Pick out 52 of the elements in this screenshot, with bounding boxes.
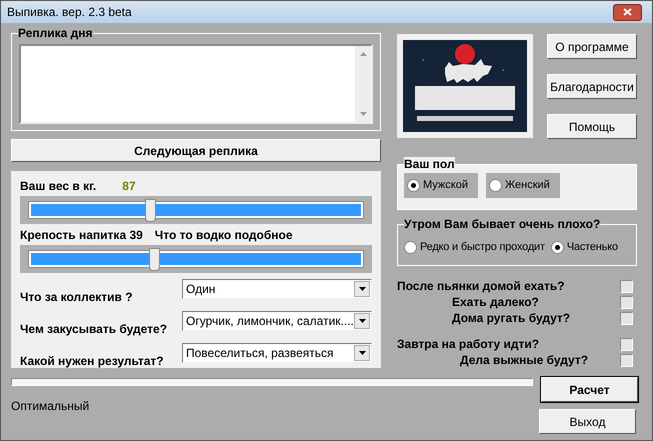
scroll-down-icon[interactable] xyxy=(360,112,366,116)
radio-label: Мужской xyxy=(423,178,468,194)
strength-label: Крепость напитка 39 xyxy=(20,226,143,244)
checkbox-label: Дома ругать будут? xyxy=(451,310,570,327)
window-title: Выпивка. вер. 2.3 beta xyxy=(7,4,132,21)
field-label: Что за коллектив ? xyxy=(20,290,133,304)
menu-button[interactable]: Благодарности xyxy=(547,74,637,99)
menu-button[interactable]: О программе xyxy=(547,34,637,59)
checkbox-label: Дела выжные будут? xyxy=(459,352,588,369)
checkbox-label: Завтра на работу идти? xyxy=(397,336,540,353)
slider-thumb[interactable] xyxy=(145,199,156,222)
calculate-button[interactable]: Расчет xyxy=(541,377,638,402)
checkbox-label: Ехать далеко? xyxy=(451,294,539,311)
field-label: Чем закусывать будете? xyxy=(20,322,168,336)
checkbox[interactable] xyxy=(620,312,633,324)
text-area[interactable] xyxy=(19,44,373,124)
close-button[interactable] xyxy=(613,4,642,20)
dropdown[interactable]: Огурчик, лимончик, салатик..... xyxy=(182,311,372,331)
checkbox[interactable] xyxy=(620,354,633,366)
radio-button[interactable] xyxy=(489,179,502,192)
radio-label: Редко и быстро проходит xyxy=(420,240,545,255)
result-text: Оптимальный xyxy=(11,398,90,415)
group-title: Утром Вам бывает очень плохо? xyxy=(404,217,600,231)
group-title: Реплика дня xyxy=(18,26,93,40)
strength-description: Что то водко подобное xyxy=(154,226,293,244)
scrollbar[interactable] xyxy=(355,46,371,122)
group-title: Ваш пол xyxy=(404,157,455,171)
menu-button[interactable]: Помощь xyxy=(547,114,637,139)
dropdown[interactable]: Повеселиться, развеяться xyxy=(182,343,372,363)
radio-button[interactable] xyxy=(550,240,564,254)
slider-thumb[interactable] xyxy=(148,248,160,271)
caret-icon xyxy=(354,281,370,297)
field-label: Какой нужен результат? xyxy=(20,354,164,368)
slider-track[interactable] xyxy=(20,196,372,224)
scroll-up-icon[interactable] xyxy=(360,52,366,56)
slider-track[interactable] xyxy=(20,245,372,273)
close-icon xyxy=(623,8,632,16)
weight-label: Ваш вес в кг. xyxy=(20,178,96,194)
checkbox[interactable] xyxy=(620,280,633,292)
checkbox[interactable] xyxy=(620,296,633,308)
radio-button[interactable] xyxy=(407,179,420,192)
dropdown[interactable]: Один xyxy=(182,279,372,299)
next-phrase-button[interactable]: Следующая реплика xyxy=(11,139,381,162)
checkbox-label: После пьянки домой ехать? xyxy=(397,278,565,295)
radio-label: Женский xyxy=(505,178,550,194)
weight-value: 87 xyxy=(122,178,136,194)
exit-button[interactable]: Выход xyxy=(539,409,636,434)
caret-icon xyxy=(354,313,370,329)
caret-icon xyxy=(354,345,370,361)
radio-label: Частенько xyxy=(566,240,618,255)
radio-button[interactable] xyxy=(404,240,417,254)
checkbox[interactable] xyxy=(620,338,633,350)
